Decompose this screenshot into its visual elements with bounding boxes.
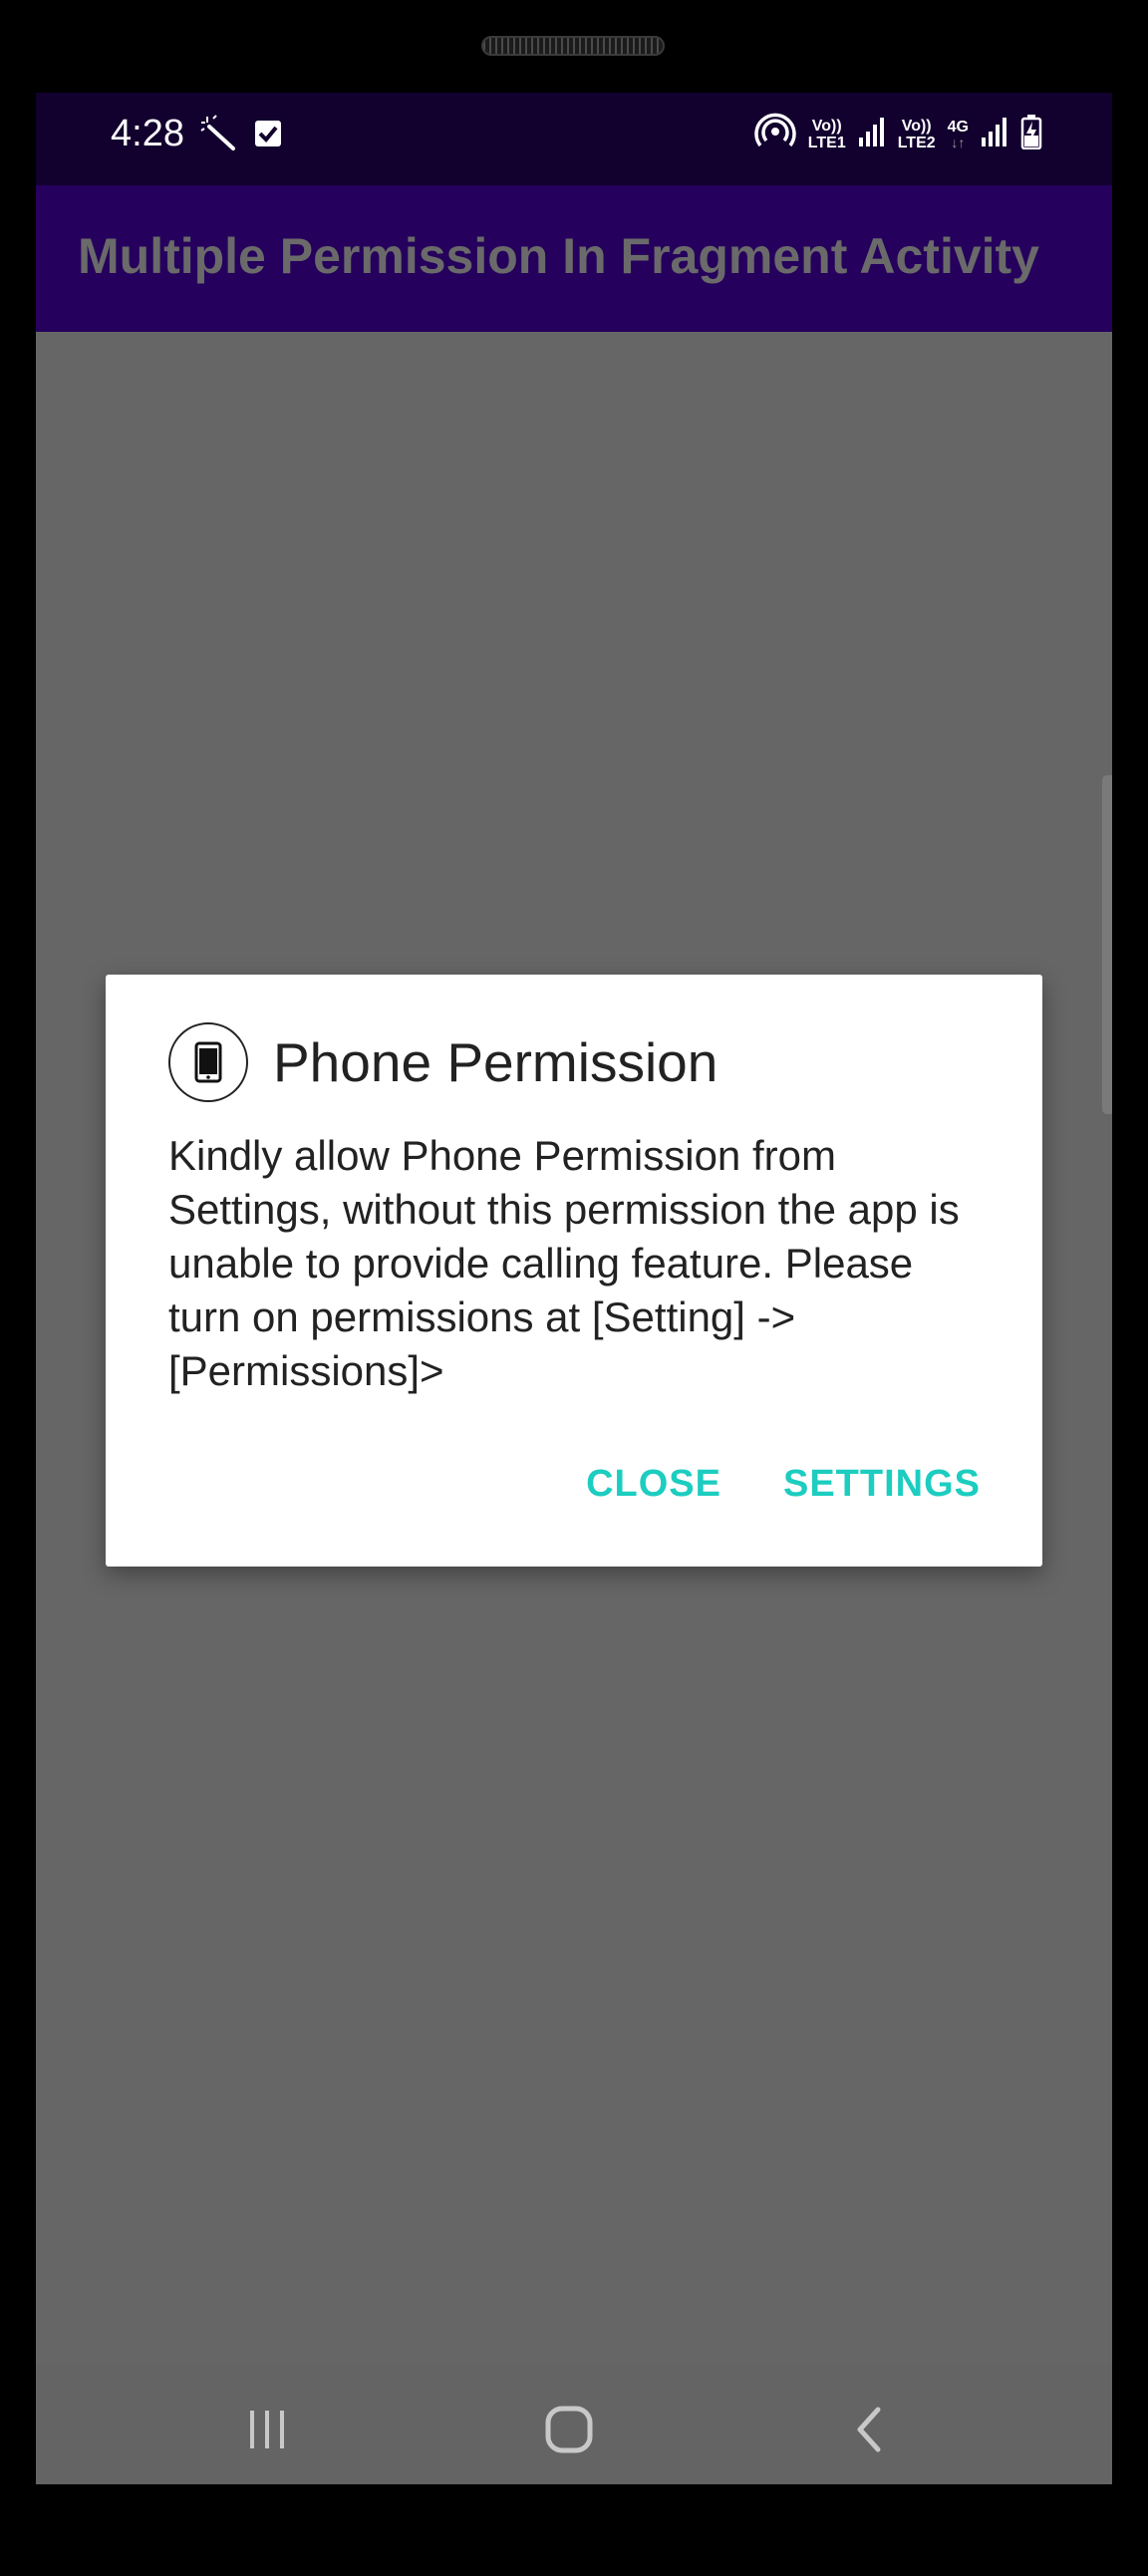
4g-icon: 4G ↓↑ [947,119,969,150]
screen: 4:28 Vo)) LTE1 Vo)) LTE2 4G ↓↑ Multiple … [36,93,1112,2484]
dialog-message: Kindly allow Phone Permission from Setti… [168,1132,960,1394]
permission-dialog: Phone Permission Kindly allow Phone Perm… [106,975,1042,1567]
home-icon[interactable] [534,2405,604,2454]
volte-lte1-icon: Vo)) LTE1 [808,118,846,151]
phone-frame: 4:28 Vo)) LTE1 Vo)) LTE2 4G ↓↑ Multiple … [0,0,1148,2576]
hotspot-icon [754,111,796,157]
app-title: Multiple Permission In Fragment Activity [78,228,1039,284]
earpiece-speaker [481,36,665,56]
signal-icon [981,116,1008,152]
volte-lte2-icon: Vo)) LTE2 [898,118,936,151]
checkbox-icon [253,119,283,153]
app-bar: Multiple Permission In Fragment Activity [36,185,1112,332]
dialog-title: Phone Permission [273,1031,718,1093]
close-button[interactable]: CLOSE [586,1463,721,1506]
phone-icon [168,1022,248,1102]
sim2-label-top: Vo)) [901,117,932,135]
status-right-icons: Vo)) LTE1 Vo)) LTE2 4G ↓↑ [754,111,1042,157]
signal-icon [858,116,886,152]
dialog-actions: CLOSE SETTINGS [586,1463,981,1506]
sim2-label-bottom: LTE2 [897,134,936,151]
battery-charging-icon [1020,114,1042,154]
navigation-bar [36,2365,1112,2484]
status-time: 4:28 [111,113,184,154]
status-bar: 4:28 Vo)) LTE1 Vo)) LTE2 4G ↓↑ [36,93,1112,185]
recent-apps-icon[interactable] [232,2405,302,2454]
sim1-label-bottom: LTE1 [807,134,846,151]
scroll-indicator [1102,775,1112,1114]
magic-wand-icon [199,115,237,157]
status-left-icons [199,115,283,157]
sim1-label-top: Vo)) [811,117,842,135]
settings-button[interactable]: SETTINGS [783,1463,981,1506]
network-label: 4G [947,119,969,136]
back-icon[interactable] [835,2405,905,2454]
